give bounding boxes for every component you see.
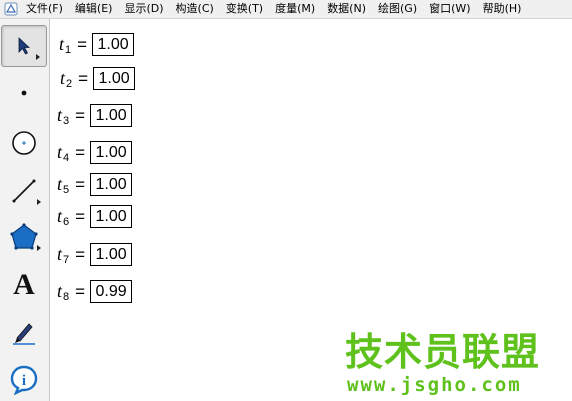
polygon-icon: [10, 223, 38, 250]
param-variable: t: [57, 244, 63, 264]
param-variable: t: [57, 281, 63, 301]
arrow-tool[interactable]: [1, 25, 47, 67]
param-equals: =: [78, 68, 89, 88]
param-variable: t: [57, 142, 63, 162]
menu-transform[interactable]: 变换(T): [220, 0, 269, 18]
point-tool[interactable]: [1, 73, 47, 113]
info-glyph: i: [22, 373, 26, 389]
param-equals: =: [77, 34, 88, 54]
param-subscript: 7: [63, 253, 70, 266]
watermark: 技术员联盟 www.jsgho.com: [345, 330, 565, 398]
info-tool[interactable]: i: [1, 359, 47, 399]
param-value-box[interactable]: 1.00: [93, 67, 136, 90]
param-subscript: 6: [63, 215, 70, 228]
parameter-t7[interactable]: t 7 = 1.00: [57, 243, 133, 266]
menu-construct[interactable]: 构造(C): [170, 0, 220, 18]
param-equals: =: [75, 174, 86, 194]
param-value-box[interactable]: 1.00: [90, 104, 133, 127]
param-value-box[interactable]: 0.99: [90, 280, 133, 303]
menu-file[interactable]: 文件(F): [22, 0, 69, 18]
menu-display[interactable]: 显示(D): [118, 0, 169, 18]
app-icon: [4, 2, 18, 16]
submenu-arrow-icon: [37, 245, 41, 251]
menu-graph[interactable]: 绘图(G): [372, 0, 423, 18]
param-subscript: 3: [63, 114, 70, 127]
menu-measure[interactable]: 度量(M): [269, 0, 321, 18]
watermark-url: www.jsgho.com: [347, 374, 522, 396]
param-variable: t: [57, 174, 63, 194]
param-value-box[interactable]: 1.00: [90, 141, 133, 164]
marker-icon: [13, 323, 35, 345]
menu-window[interactable]: 窗口(W): [423, 0, 476, 18]
menu-number[interactable]: 数据(N): [321, 0, 372, 18]
menu-help[interactable]: 帮助(H): [477, 0, 528, 18]
param-subscript: 8: [63, 290, 70, 303]
straightedge-icon: [12, 179, 36, 203]
param-subscript: 4: [63, 151, 70, 164]
marker-tool[interactable]: [1, 311, 47, 351]
parameter-t3[interactable]: t 3 = 1.00: [57, 104, 133, 127]
param-subscript: 5: [63, 183, 70, 196]
submenu-arrow-icon: [37, 199, 41, 205]
submenu-arrow-icon: [36, 54, 40, 60]
text-icon: A: [13, 268, 35, 301]
polygon-tool[interactable]: [1, 217, 47, 257]
parameter-t6[interactable]: t 6 = 1.00: [57, 205, 133, 228]
param-equals: =: [75, 142, 86, 162]
compass-icon: [12, 131, 36, 155]
param-equals: =: [75, 206, 86, 226]
compass-tool[interactable]: [1, 123, 47, 163]
text-tool[interactable]: A: [1, 265, 47, 305]
param-variable: t: [57, 105, 63, 125]
param-equals: =: [75, 105, 86, 125]
param-variable: t: [57, 206, 63, 226]
parameter-t5[interactable]: t 5 = 1.00: [57, 173, 133, 196]
param-value-box[interactable]: 1.00: [92, 33, 135, 56]
arrow-icon: [18, 37, 31, 55]
param-equals: =: [75, 281, 86, 301]
param-value-box[interactable]: 1.00: [90, 243, 133, 266]
menu-bar: 文件(F) 编辑(E) 显示(D) 构造(C) 变换(T) 度量(M) 数据(N…: [0, 0, 572, 19]
param-subscript: 1: [65, 43, 72, 56]
param-variable: t: [59, 34, 65, 54]
parameter-t8[interactable]: t 8 = 0.99: [57, 280, 133, 303]
param-value-box[interactable]: 1.00: [90, 173, 133, 196]
toolbox: A i: [0, 19, 50, 401]
info-icon: i: [10, 365, 38, 395]
param-subscript: 2: [66, 77, 73, 90]
parameter-t4[interactable]: t 4 = 1.00: [57, 141, 133, 164]
straightedge-tool[interactable]: [1, 171, 47, 211]
param-variable: t: [60, 68, 66, 88]
parameter-t1[interactable]: t 1 = 1.00: [59, 33, 135, 56]
param-value-box[interactable]: 1.00: [90, 205, 133, 228]
watermark-title: 技术员联盟: [345, 330, 541, 374]
menu-edit[interactable]: 编辑(E): [69, 0, 119, 18]
param-equals: =: [75, 244, 86, 264]
point-icon: [21, 90, 27, 96]
parameter-t2[interactable]: t 2 = 1.00: [60, 67, 136, 90]
